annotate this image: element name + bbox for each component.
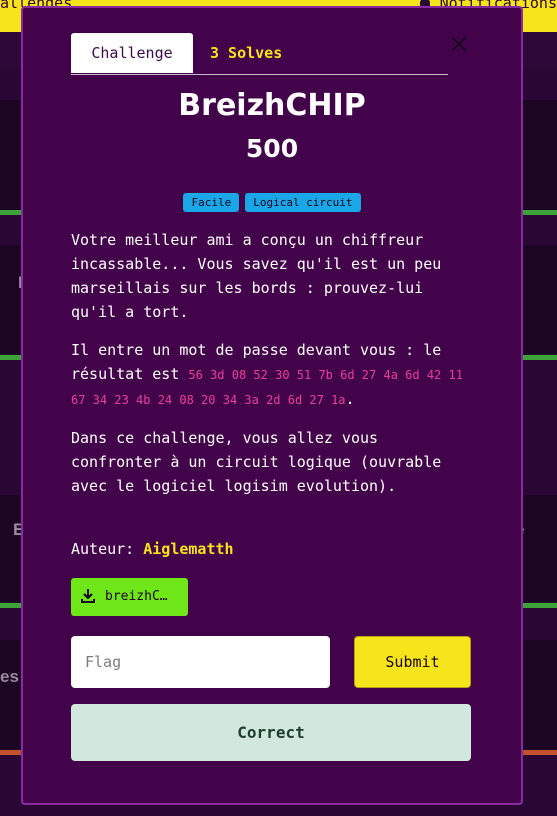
challenge-points: 500 (245, 134, 299, 163)
submit-button[interactable]: Submit (354, 636, 471, 688)
tab-solves[interactable]: 3 Solves (210, 33, 282, 73)
challenge-tags: Facile Logical circuit (23, 191, 521, 212)
description-paragraph: Votre meilleur ami a conçu un chiffreur … (71, 231, 442, 321)
close-icon[interactable] (451, 36, 467, 52)
tag-difficulty: Facile (183, 193, 240, 212)
flag-input[interactable] (71, 636, 330, 688)
description-paragraph: Dans ce challenge, vous allez vous confr… (71, 429, 442, 495)
challenge-title: BreizhCHIP (178, 88, 366, 123)
author-line: Auteur: Aiglematth (71, 540, 234, 558)
result-correct-banner: Correct (71, 704, 471, 761)
file-name: breizhC… (105, 589, 168, 604)
download-file-button[interactable]: breizhC… (71, 578, 188, 616)
description-paragraph: Il entre un mot de passe devant vous : l… (71, 341, 463, 408)
modal-tabs: Challenge 3 Solves (71, 33, 448, 75)
download-icon (81, 589, 95, 603)
author-name: Aiglematth (143, 540, 234, 558)
author-label: Auteur: (71, 540, 144, 558)
challenge-modal: Challenge 3 Solves BreizhCHIP 500 Facile… (21, 6, 523, 805)
tag-category: Logical circuit (245, 193, 361, 212)
challenge-description: Votre meilleur ami a conçu un chiffreur … (71, 228, 471, 512)
background-card-text: es (0, 667, 19, 686)
tab-challenge[interactable]: Challenge (71, 33, 193, 73)
